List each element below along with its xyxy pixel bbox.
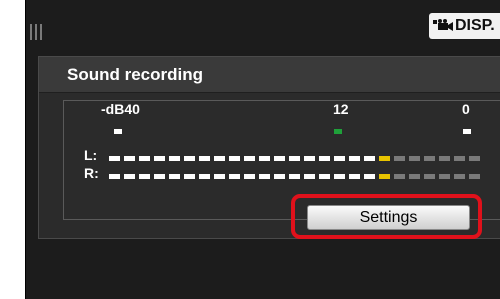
meter-segment — [454, 156, 465, 161]
meter-segment — [334, 174, 345, 179]
meter-segment — [214, 156, 225, 161]
meter-segment — [409, 156, 420, 161]
meter-segment — [139, 174, 150, 179]
meter-segment — [214, 174, 225, 179]
disp-button[interactable]: DISP. — [429, 13, 500, 39]
meter-segment — [244, 174, 255, 179]
meter-segment — [289, 156, 300, 161]
meter-segment — [394, 174, 405, 179]
meter-segment — [469, 156, 480, 161]
scale-tick-max — [463, 129, 471, 134]
meter-segment — [379, 174, 390, 179]
meter-segment — [154, 156, 165, 161]
meter-segment — [349, 156, 360, 161]
meter-segment — [259, 156, 270, 161]
scale-tick-min — [114, 129, 122, 134]
meter-segment — [244, 156, 255, 161]
meter-segment — [424, 174, 435, 179]
meter-segment — [139, 156, 150, 161]
meter-segment — [109, 156, 120, 161]
meter-segment — [379, 156, 390, 161]
meter-segment — [364, 174, 375, 179]
meter-segment — [154, 174, 165, 179]
meter-segment — [274, 156, 285, 161]
meter-segment — [169, 156, 180, 161]
meter-segment — [439, 174, 450, 179]
scale-label-min: -dB40 — [101, 101, 140, 117]
scale-label-mid: 12 — [333, 101, 349, 117]
meter-segment — [304, 156, 315, 161]
meter-segment — [184, 174, 195, 179]
right-channel-level-bar — [109, 174, 480, 179]
scale-tick-mid — [334, 129, 342, 134]
meter-segment — [394, 156, 405, 161]
meter-segment — [199, 174, 210, 179]
meter-segment — [124, 156, 135, 161]
meter-segment — [184, 156, 195, 161]
meter-segment — [169, 174, 180, 179]
left-channel-level-bar — [109, 156, 480, 161]
meter-segment — [424, 156, 435, 161]
meter-segment — [229, 156, 240, 161]
meter-segment — [229, 174, 240, 179]
disp-label: DISP. — [455, 17, 495, 34]
meter-segment — [109, 174, 120, 179]
meter-segment — [319, 174, 330, 179]
left-channel-label: L: — [84, 147, 98, 163]
movie-camera-icon — [433, 19, 453, 33]
meter-segment — [199, 156, 210, 161]
meter-segment — [469, 174, 480, 179]
meter-segment — [319, 156, 330, 161]
window-grip-handle[interactable] — [30, 24, 44, 40]
settings-highlight-outline — [291, 194, 482, 239]
right-channel-label: R: — [84, 165, 99, 181]
meter-segment — [454, 174, 465, 179]
panel-title: Sound recording — [39, 57, 500, 93]
scale-label-max: 0 — [462, 101, 470, 117]
meter-segment — [349, 174, 360, 179]
meter-segment — [364, 156, 375, 161]
meter-segment — [409, 174, 420, 179]
meter-segment — [304, 174, 315, 179]
meter-segment — [124, 174, 135, 179]
meter-segment — [439, 156, 450, 161]
meter-segment — [259, 174, 270, 179]
meter-segment — [334, 156, 345, 161]
meter-segment — [274, 174, 285, 179]
meter-segment — [289, 174, 300, 179]
